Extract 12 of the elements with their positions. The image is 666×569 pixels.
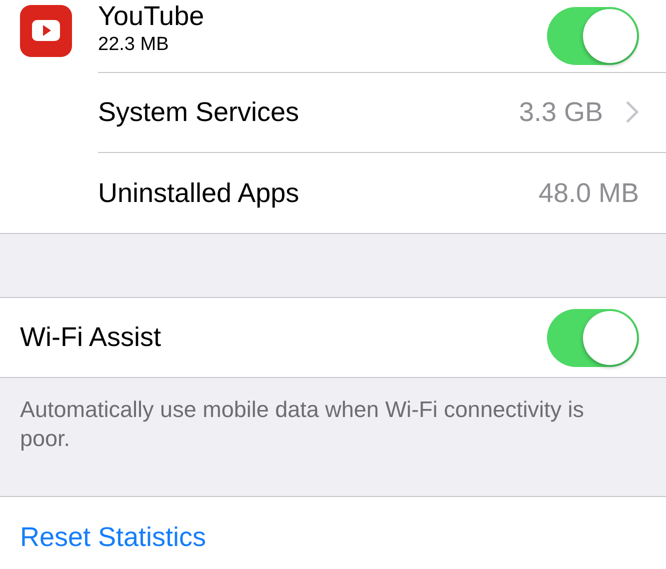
reset-link[interactable]: Reset Statistics xyxy=(20,522,206,552)
row-label: Wi-Fi Assist xyxy=(20,322,162,353)
row-value: 3.3 GB xyxy=(518,96,603,128)
row-label: System Services xyxy=(98,96,300,128)
chevron-icon[interactable] xyxy=(625,100,639,124)
app-size: 22.3 MB xyxy=(98,34,170,56)
row-label: Uninstalled Apps xyxy=(98,178,300,208)
play-icon[interactable] xyxy=(20,5,72,57)
toggle-switch[interactable] xyxy=(547,6,639,64)
toggle-switch[interactable] xyxy=(547,308,639,366)
app-name: YouTube xyxy=(98,1,206,32)
row-value: 48.0 MB xyxy=(538,178,639,208)
